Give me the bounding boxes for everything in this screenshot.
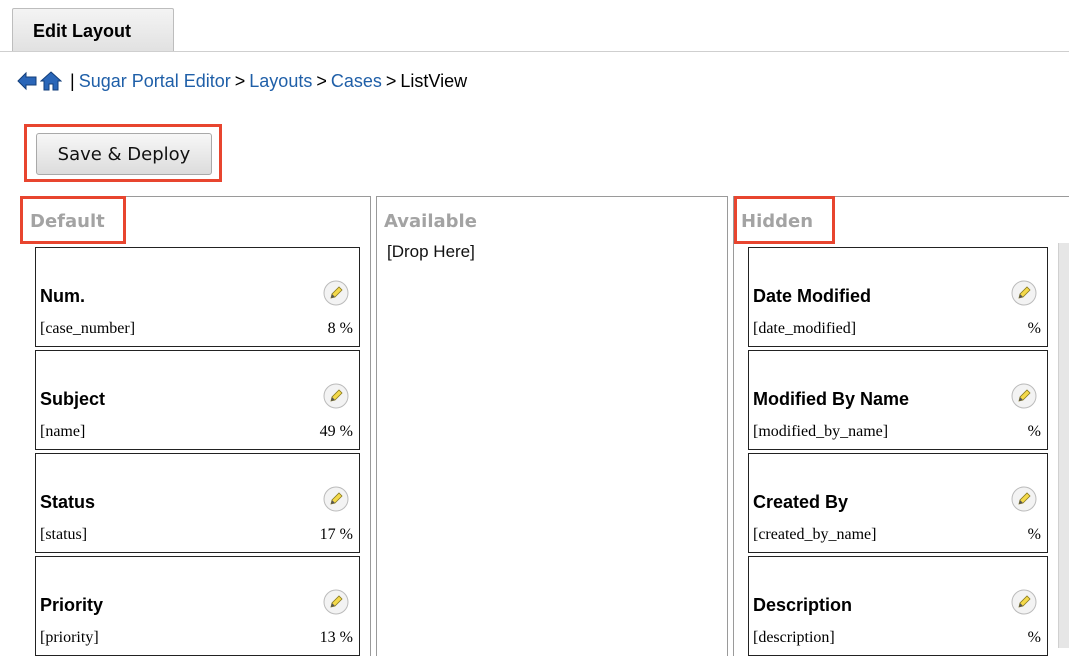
field-card-priority[interactable]: Priority [priority] 13 % [35, 556, 360, 656]
field-card-modified-by-name[interactable]: Modified By Name [modified_by_name] % [748, 350, 1048, 450]
breadcrumb-cases[interactable]: Cases [331, 71, 382, 92]
default-panel: Default Num. [case_number] 8 % Subject [… [23, 196, 371, 656]
breadcrumb-separator: > [234, 70, 246, 91]
field-card-date-modified[interactable]: Date Modified [date_modified] % [748, 247, 1048, 347]
breadcrumb-separator: > [316, 70, 327, 91]
available-panel-title: Available [384, 211, 477, 232]
field-name: [description] [753, 629, 835, 646]
breadcrumb-separator: > [385, 70, 397, 91]
breadcrumb-pipe: | [70, 70, 75, 91]
field-name: [name] [40, 423, 86, 440]
field-name: [modified_by_name] [753, 423, 889, 440]
pencil-edit-icon[interactable] [1011, 486, 1037, 512]
field-label: Num. [40, 286, 85, 306]
drop-target[interactable]: [Drop Here] [387, 242, 475, 262]
field-width: % [1027, 629, 1041, 646]
field-label: Subject [40, 389, 106, 409]
breadcrumb-current-listview: ListView [400, 70, 468, 91]
field-card-created-by[interactable]: Created By [created_by_name] % [748, 453, 1048, 553]
field-label: Description [753, 595, 853, 615]
field-label: Date Modified [753, 286, 872, 306]
breadcrumb: | Sugar Portal Editor > Layouts > Cases … [16, 66, 467, 96]
field-width: 49 % [319, 423, 353, 440]
field-width: % [1027, 320, 1041, 337]
save-button-highlight [24, 124, 222, 182]
field-name: [case_number] [40, 320, 136, 337]
pencil-edit-icon[interactable] [1011, 280, 1037, 306]
field-card-num[interactable]: Num. [case_number] 8 % [35, 247, 360, 347]
home-icon[interactable] [39, 70, 63, 92]
field-width: % [1027, 423, 1041, 440]
tab-divider [0, 51, 1069, 52]
field-name: [date_modified] [753, 320, 857, 337]
hidden-panel-scrollbar[interactable] [1058, 243, 1069, 648]
field-label: Modified By Name [753, 389, 910, 409]
field-name: [priority] [40, 629, 99, 646]
field-width: 13 % [319, 629, 353, 646]
field-width: % [1027, 526, 1041, 543]
hidden-panel: Hidden Date Modified [date_modified] % M… [733, 196, 1069, 656]
back-arrow-icon[interactable] [16, 70, 38, 92]
field-name: [created_by_name] [753, 526, 877, 543]
field-width: 17 % [319, 526, 353, 543]
field-card-status[interactable]: Status [status] 17 % [35, 453, 360, 553]
field-card-subject[interactable]: Subject [name] 49 % [35, 350, 360, 450]
hidden-title-highlight [734, 196, 835, 244]
pencil-edit-icon[interactable] [1011, 589, 1037, 615]
tab-edit-layout[interactable]: Edit Layout [12, 8, 174, 52]
field-label: Created By [753, 492, 849, 512]
pencil-edit-icon[interactable] [323, 589, 349, 615]
field-card-description[interactable]: Description [description] % [748, 556, 1048, 656]
pencil-edit-icon[interactable] [323, 280, 349, 306]
field-name: [status] [40, 526, 88, 543]
pencil-edit-icon[interactable] [1011, 383, 1037, 409]
available-panel: Available [Drop Here] [376, 196, 728, 656]
pencil-edit-icon[interactable] [323, 383, 349, 409]
default-title-highlight [20, 196, 126, 244]
pencil-edit-icon[interactable] [323, 486, 349, 512]
breadcrumb-layouts[interactable]: Layouts [249, 71, 312, 92]
field-label: Priority [40, 595, 104, 615]
field-width: 8 % [327, 320, 353, 337]
tab-strip: Edit Layout [0, 0, 1069, 52]
field-label: Status [40, 492, 96, 512]
breadcrumb-sugar-portal-editor[interactable]: Sugar Portal Editor [79, 71, 231, 92]
